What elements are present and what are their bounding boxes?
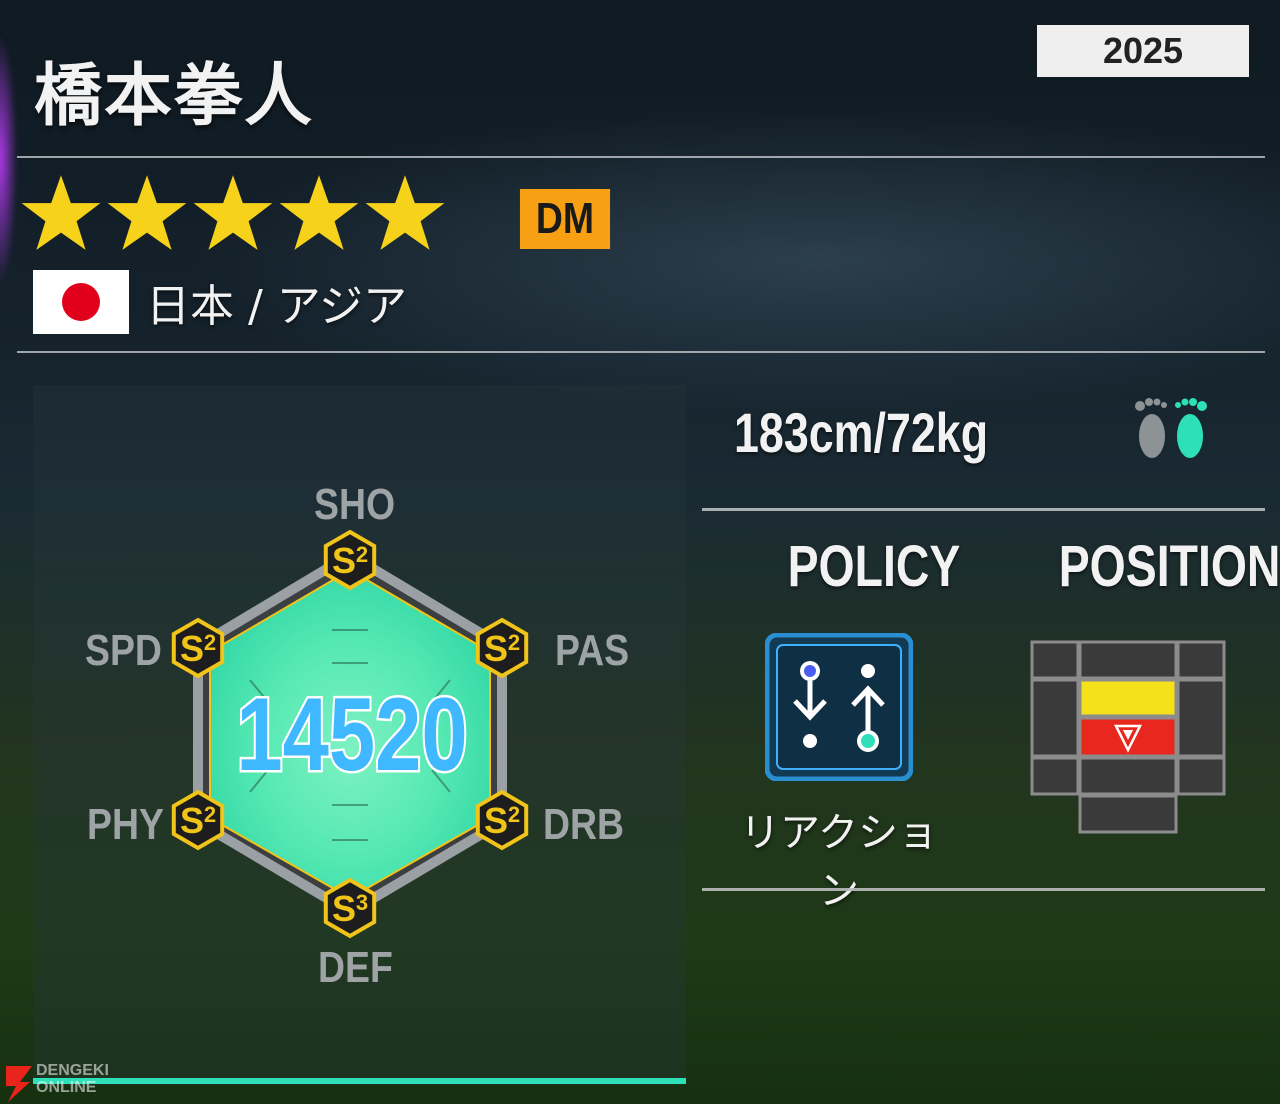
rank-letter: S (180, 800, 204, 841)
rank-letter: S (484, 628, 508, 669)
rank-level: 2 (508, 802, 520, 827)
profile-bottom-divider (702, 888, 1265, 891)
policy-heading: POLICY (787, 534, 961, 599)
rank-level: 2 (356, 542, 368, 567)
watermark-text: DENGEKI ONLINE (36, 1062, 109, 1096)
overall-rating: 14520 (236, 676, 467, 792)
rank-letter: S (332, 888, 356, 929)
position-map-icon (1030, 640, 1226, 834)
profile-divider (702, 508, 1265, 511)
position-heading: POSITION (1058, 534, 1280, 599)
rank-level: 2 (508, 630, 520, 655)
rank-letter: S (180, 628, 204, 669)
stat-label-def: DEF (318, 943, 393, 992)
height-weight: 183cm/72kg (734, 401, 989, 464)
rank-badge-spd: S2 (171, 617, 225, 679)
rank-letter: S (484, 800, 508, 841)
stat-label-drb: DRB (543, 800, 625, 849)
rank-badge-drb: S2 (475, 789, 529, 851)
rank-badge-phy: S2 (171, 789, 225, 851)
stat-label-pas: PAS (555, 626, 630, 675)
stat-label-sho: SHO (314, 480, 396, 529)
rank-badge-def: S3 (323, 877, 377, 939)
policy-reaction-icon[interactable] (765, 633, 913, 781)
rank-badge-sho: S2 (323, 529, 377, 591)
rank-badge-pas: S2 (475, 617, 529, 679)
policy-name: リアクション (740, 810, 938, 914)
rank-letter: S (332, 540, 356, 581)
stat-label-spd: SPD (85, 626, 162, 675)
rank-level: 2 (204, 802, 216, 827)
rank-level: 3 (356, 890, 368, 915)
feet-icon (1135, 398, 1207, 458)
stat-label-phy: PHY (87, 800, 164, 849)
rank-level: 2 (204, 630, 216, 655)
